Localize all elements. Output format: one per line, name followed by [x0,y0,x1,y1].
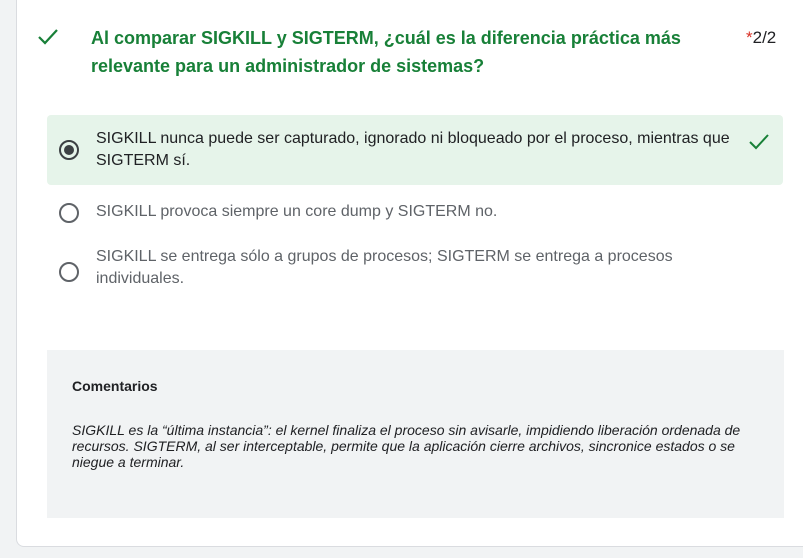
score-badge: *2/2 [746,24,776,52]
feedback-text: SIGKILL es la “última instancia”: el ker… [72,422,741,470]
feedback-title: Comentarios [72,378,158,394]
option-label: SIGKILL se entrega sólo a grupos de proc… [96,248,673,287]
question-title: Al comparar SIGKILL y SIGTERM, ¿cuál es … [91,28,681,76]
option-correct-selected[interactable]: SIGKILL nunca puede ser capturado, ignor… [47,115,783,185]
option-2[interactable]: SIGKILL provoca siempre un core dump y S… [47,195,783,231]
feedback-panel: Comentarios SIGKILL es la “última instan… [47,350,784,518]
score-value: 2/2 [752,28,777,47]
radio-unselected[interactable] [59,262,79,282]
correct-check-icon [749,134,769,150]
option-label: SIGKILL nunca puede ser capturado, ignor… [96,130,730,169]
required-marker: * [746,28,753,47]
option-label: SIGKILL provoca siempre un core dump y S… [96,203,498,220]
radio-selected[interactable] [59,140,79,160]
radio-unselected[interactable] [59,203,79,223]
check-icon [38,29,58,45]
option-3[interactable]: SIGKILL se entrega sólo a grupos de proc… [47,245,783,305]
